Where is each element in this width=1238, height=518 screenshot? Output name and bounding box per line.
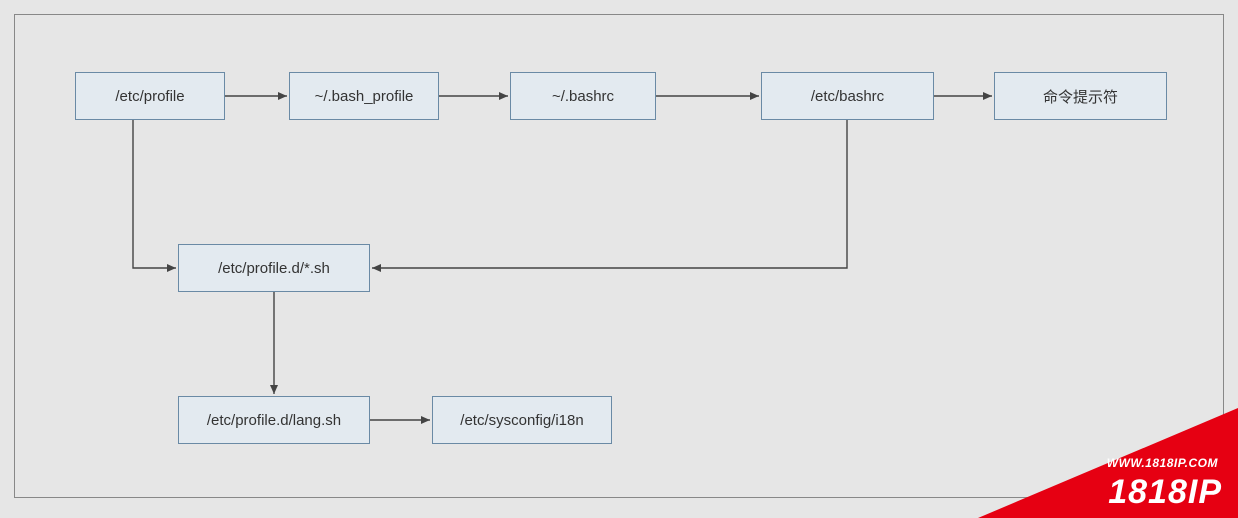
watermark-url: WWW.1818IP.COM — [1107, 456, 1218, 470]
watermark-brand: 1818IP — [1108, 473, 1222, 512]
node-sysconfig-i18n: /etc/sysconfig/i18n — [432, 396, 612, 444]
node-profile-d-sh: /etc/profile.d/*.sh — [178, 244, 370, 292]
node-prompt: 命令提示符 — [994, 72, 1167, 120]
node-bashrc-home: ~/.bashrc — [510, 72, 656, 120]
node-etc-profile: /etc/profile — [75, 72, 225, 120]
node-profile-d-lang: /etc/profile.d/lang.sh — [178, 396, 370, 444]
node-bash-profile: ~/.bash_profile — [289, 72, 439, 120]
node-etc-bashrc: /etc/bashrc — [761, 72, 934, 120]
